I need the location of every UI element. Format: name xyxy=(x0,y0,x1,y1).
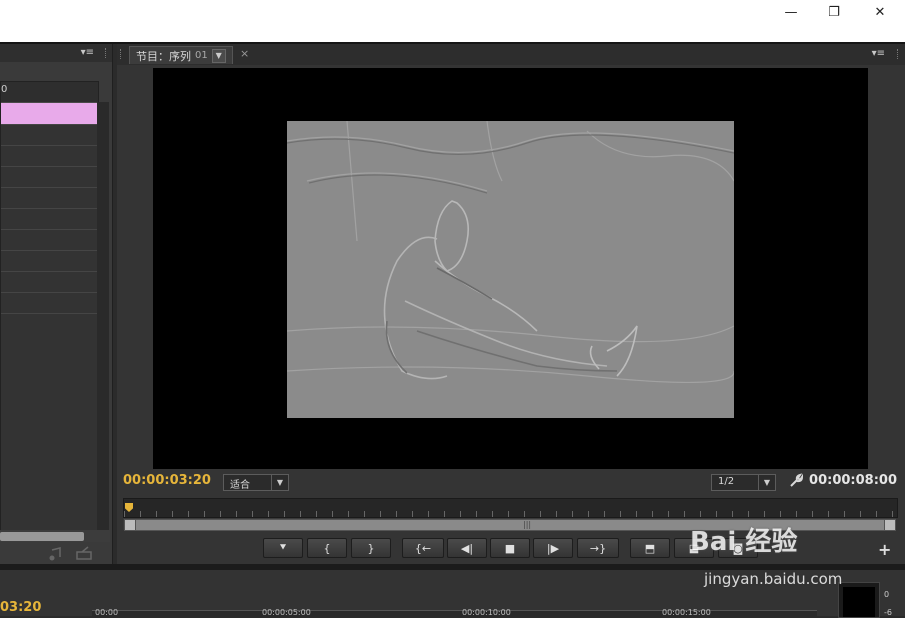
mark-in-button[interactable]: { xyxy=(307,538,347,558)
stop-icon: ■ xyxy=(504,541,516,555)
panel-ruler: 0 xyxy=(1,82,98,103)
mark-out-icon: } xyxy=(367,541,375,555)
stop-button[interactable]: ■ xyxy=(490,538,530,558)
video-viewport[interactable] xyxy=(153,68,868,469)
go-to-out-button[interactable]: →} xyxy=(577,538,619,558)
project-list: 0 xyxy=(0,81,99,535)
panel-menu-icon[interactable]: ▾≡ xyxy=(872,48,885,59)
close-button[interactable]: ✕ xyxy=(857,0,903,24)
current-timecode[interactable]: 00:00:03:20 xyxy=(123,473,211,488)
panel-footer xyxy=(0,544,112,562)
watermark-url: jingyan.baidu.com xyxy=(704,570,843,588)
project-panel-header: ▾≡ xyxy=(0,44,112,62)
marker-icon: ⯆ xyxy=(278,541,288,554)
restore-icon: ❐ xyxy=(828,4,840,20)
restore-button[interactable]: ❐ xyxy=(811,0,857,24)
list-item[interactable] xyxy=(1,208,98,230)
mark-in-icon: { xyxy=(323,541,331,555)
watermark-logo: Bai 经验 xyxy=(690,527,798,557)
go-to-in-icon: {← xyxy=(414,541,432,555)
list-item[interactable] xyxy=(1,145,98,167)
lift-button[interactable]: ⬒ xyxy=(630,538,670,558)
step-back-icon: ◀| xyxy=(460,541,474,555)
video-frame-emboss xyxy=(287,121,734,418)
baidu-watermark: Bai 经验 jingyan.baidu.com xyxy=(690,515,890,600)
add-marker-button[interactable]: ⯆ xyxy=(263,538,303,558)
panel-grip[interactable] xyxy=(897,49,902,59)
share-icon[interactable] xyxy=(76,546,92,560)
list-item[interactable] xyxy=(1,292,98,314)
lift-icon: ⬒ xyxy=(644,541,656,555)
list-item[interactable] xyxy=(1,124,98,146)
minimize-icon: — xyxy=(784,4,798,20)
mark-out-button[interactable]: } xyxy=(351,538,391,558)
list-item-selected[interactable] xyxy=(1,103,98,125)
chevron-down-icon: ▼ xyxy=(271,475,288,490)
wrench-icon[interactable] xyxy=(788,473,804,493)
step-forward-button[interactable]: |▶ xyxy=(533,538,573,558)
list-item[interactable] xyxy=(1,250,98,272)
tab-sequence-number: 01 xyxy=(195,50,208,61)
tab-program-sequence[interactable]: 节目：序列 01 ▼ xyxy=(129,46,233,64)
project-panel: ▾≡ 0 xyxy=(0,44,113,564)
list-item[interactable] xyxy=(1,187,98,209)
ruler-label: 0 xyxy=(1,84,8,95)
horizontal-scrollbar[interactable] xyxy=(0,530,110,542)
vertical-scrollbar[interactable] xyxy=(97,102,109,532)
list-item[interactable] xyxy=(1,229,98,251)
go-to-in-button[interactable]: {← xyxy=(402,538,444,558)
list-item[interactable] xyxy=(1,166,98,188)
step-back-button[interactable]: ◀| xyxy=(447,538,487,558)
panel-grip[interactable] xyxy=(120,49,125,59)
tab-close-icon[interactable]: × xyxy=(240,47,249,60)
resolution-select-value: 1/2 xyxy=(718,476,735,487)
resolution-select[interactable]: 1/2 ▼ xyxy=(711,474,776,491)
step-forward-icon: |▶ xyxy=(546,541,560,555)
close-icon: ✕ xyxy=(874,4,886,20)
fit-select-value: 适合 xyxy=(230,480,250,491)
window-titlebar: — ❐ ✕ xyxy=(0,0,905,42)
duration-timecode: 00:00:08:00 xyxy=(809,473,897,488)
zoom-grip-icon: ||| xyxy=(523,520,532,529)
scroll-thumb[interactable] xyxy=(0,532,84,541)
music-icon[interactable] xyxy=(49,547,61,561)
list-item[interactable] xyxy=(1,271,98,293)
panel-menu-icon[interactable]: ▾≡ xyxy=(81,47,94,58)
chevron-down-icon[interactable]: ▼ xyxy=(211,48,226,63)
program-monitor: 节目：序列 01 ▼ × ▾≡ 00:00:03:20 适合 ▼ 1/2 ▼ 0… xyxy=(117,44,905,564)
fit-select[interactable]: 适合 ▼ xyxy=(223,474,289,491)
go-to-out-icon: →} xyxy=(589,541,607,555)
timeline-timecode[interactable]: 03:20 xyxy=(0,600,41,615)
embossed-photo-graphic xyxy=(287,121,734,418)
monitor-tabbar: 节目：序列 01 ▼ × ▾≡ xyxy=(117,44,905,65)
chevron-down-icon: ▼ xyxy=(758,475,775,490)
minimize-button[interactable]: — xyxy=(768,0,814,24)
tab-label: 节目：序列 xyxy=(136,49,191,63)
panel-grip[interactable] xyxy=(105,48,110,58)
